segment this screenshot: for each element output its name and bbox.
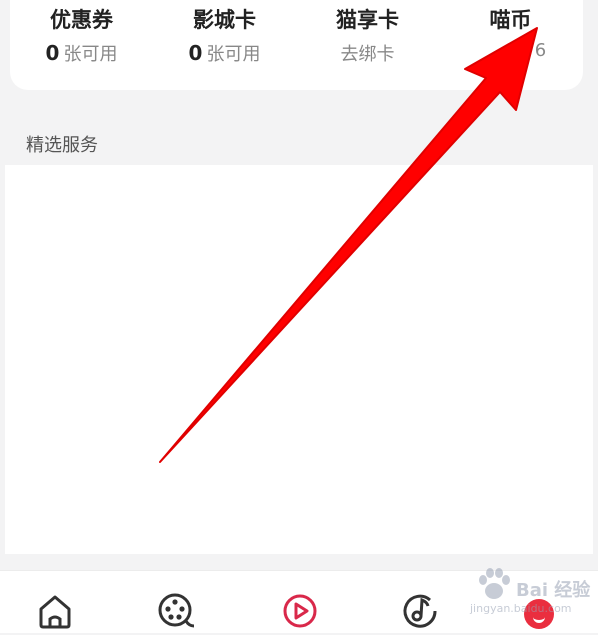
annotation-arrow	[159, 27, 538, 463]
